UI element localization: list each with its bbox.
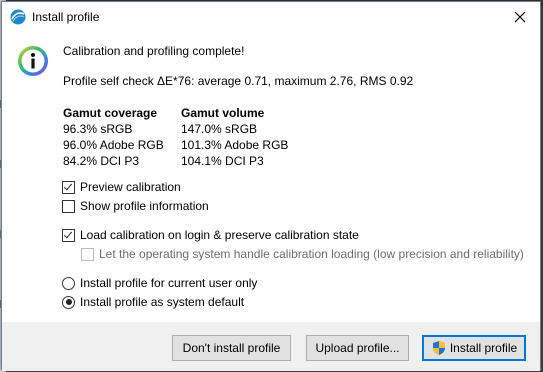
upload-profile-button[interactable]: Upload profile... (306, 335, 409, 361)
install-system-default-label[interactable]: Install profile as system default (80, 295, 244, 309)
close-button[interactable] (500, 2, 540, 32)
install-profile-button[interactable]: Install profile (422, 335, 526, 361)
preview-calibration-label[interactable]: Preview calibration (80, 180, 181, 194)
install-profile-dialog: Install profile Calibration and profilin… (1, 1, 541, 371)
gamut-volume-column: Gamut volume 147.0% sRGB 101.3% Adobe RG… (181, 105, 288, 169)
install-current-user-radio[interactable] (62, 276, 75, 290)
volume-dci-p3: 104.1% DCI P3 (181, 154, 264, 168)
install-system-default-option[interactable]: Install profile as system default (62, 295, 244, 309)
dialog-content: Calibration and profiling complete! Prof… (2, 32, 540, 322)
close-icon (514, 11, 526, 23)
install-current-user-option[interactable]: Install profile for current user only (62, 276, 257, 290)
gamut-coverage-header: Gamut coverage (63, 106, 158, 120)
title-bar: Install profile (2, 2, 540, 32)
button-bar: Don't install profile Upload profile... … (2, 322, 540, 371)
gamut-coverage-column: Gamut coverage 96.3% sRGB 96.0% Adobe RG… (63, 105, 164, 169)
coverage-srgb: 96.3% sRGB (63, 122, 133, 136)
coverage-dci-p3: 84.2% DCI P3 (63, 154, 140, 168)
volume-srgb: 147.0% sRGB (181, 122, 258, 136)
install-current-user-label[interactable]: Install profile for current user only (80, 276, 257, 290)
os-handle-loading-option: Let the operating system handle calibrat… (81, 247, 524, 261)
gamut-volume-header: Gamut volume (181, 106, 265, 120)
show-profile-info-checkbox[interactable] (62, 199, 75, 213)
self-check-summary: Profile self check ΔE*76: average 0.71, … (63, 74, 414, 88)
preview-calibration-option[interactable]: Preview calibration (62, 180, 181, 194)
volume-adobe-rgb: 101.3% Adobe RGB (181, 138, 289, 152)
os-handle-loading-label: Let the operating system handle calibrat… (99, 247, 524, 261)
install-system-default-radio[interactable] (62, 295, 75, 309)
load-calibration-label[interactable]: Load calibration on login & preserve cal… (80, 228, 359, 242)
show-profile-info-label[interactable]: Show profile information (80, 199, 209, 213)
load-calibration-checkbox[interactable] (62, 228, 75, 242)
os-handle-loading-checkbox (81, 247, 94, 261)
info-icon (18, 46, 48, 76)
dont-install-button[interactable]: Don't install profile (172, 335, 291, 361)
completion-message: Calibration and profiling complete! (63, 44, 245, 58)
show-profile-info-option[interactable]: Show profile information (62, 199, 209, 213)
coverage-adobe-rgb: 96.0% Adobe RGB (63, 138, 164, 152)
uac-shield-icon (432, 341, 445, 355)
load-calibration-option[interactable]: Load calibration on login & preserve cal… (62, 228, 359, 242)
install-profile-label[interactable]: Install profile (450, 341, 517, 355)
app-logo-icon (10, 9, 26, 25)
preview-calibration-checkbox[interactable] (62, 180, 75, 194)
window-title: Install profile (32, 10, 100, 24)
